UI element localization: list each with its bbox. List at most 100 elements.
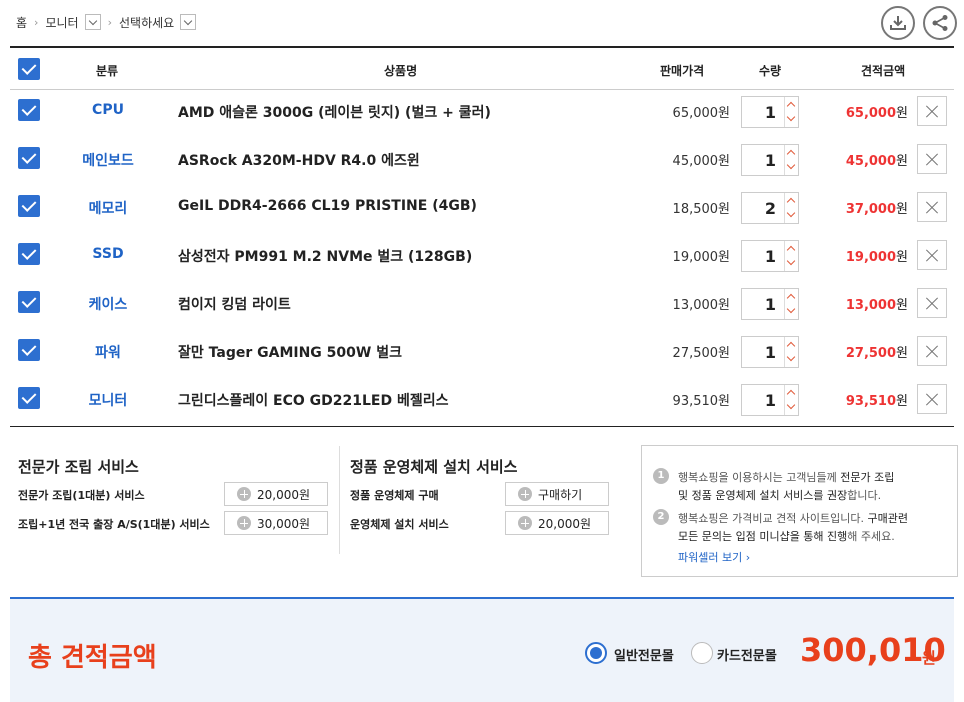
table-divider — [10, 426, 954, 427]
row-checkbox[interactable] — [18, 195, 40, 217]
os-service-title: 정품 운영체제 설치 서비스 — [350, 458, 518, 476]
row-category[interactable]: 메모리 — [68, 198, 148, 218]
general-mall-label[interactable]: 일반전문몰 — [614, 645, 674, 664]
chevron-up-icon[interactable] — [786, 245, 796, 255]
row-product-name[interactable]: 그린디스플레이 ECO GD221LED 베젤리스 — [178, 390, 448, 410]
row-category[interactable]: 모니터 — [68, 390, 148, 410]
row-category[interactable]: 파워 — [68, 342, 148, 362]
row-product-name[interactable]: GeIL DDR4-2666 CL19 PRISTINE (4GB) — [178, 198, 477, 214]
row-product-name[interactable]: 잘만 Tager GAMING 500W 벌크 — [178, 342, 402, 362]
add-os-install-button[interactable]: 20,000원 — [505, 511, 609, 535]
number-two-icon: 2 — [653, 509, 669, 525]
delete-row-button[interactable] — [917, 384, 947, 414]
row-price: 27,500원 — [672, 346, 730, 361]
header-category: 분류 — [96, 64, 119, 78]
plus-icon — [237, 487, 251, 501]
share-button[interactable] — [923, 6, 957, 40]
row-price: 65,000원 — [672, 106, 730, 121]
breadcrumb-category[interactable]: 모니터 — [45, 14, 78, 31]
chevron-down-icon[interactable] — [786, 400, 796, 410]
buy-os-button[interactable]: 구매하기 — [505, 482, 609, 506]
quantity-value[interactable]: 1 — [742, 295, 782, 314]
os-install-label: 운영체제 설치 서비스 — [350, 518, 449, 531]
row-total: 93,510원 — [845, 394, 908, 409]
row-price: 13,000원 — [672, 298, 730, 313]
card-mall-radio[interactable] — [691, 642, 713, 664]
add-assembly-as-button[interactable]: 30,000원 — [224, 511, 328, 535]
chevron-down-icon[interactable] — [786, 208, 796, 218]
quantity-stepper[interactable]: 1 — [741, 144, 799, 176]
quantity-stepper[interactable]: 1 — [741, 288, 799, 320]
row-checkbox[interactable] — [18, 387, 40, 409]
chevron-down-icon[interactable] — [786, 112, 796, 122]
share-icon — [932, 15, 948, 31]
quantity-value[interactable]: 1 — [742, 247, 782, 266]
table-row: CPU AMD 애슬론 3000G (레이븐 릿지) (벌크 + 쿨러) 65,… — [10, 88, 954, 136]
chevron-down-icon[interactable] — [84, 14, 101, 30]
add-assembly-button[interactable]: 20,000원 — [224, 482, 328, 506]
delete-row-button[interactable] — [917, 144, 947, 174]
row-checkbox[interactable] — [18, 291, 40, 313]
row-total: 45,000원 — [845, 154, 908, 169]
delete-row-button[interactable] — [917, 192, 947, 222]
download-button[interactable] — [881, 6, 915, 40]
chevron-right-icon: › — [34, 15, 39, 29]
quantity-value[interactable]: 1 — [742, 151, 782, 170]
chevron-up-icon[interactable] — [786, 293, 796, 303]
powerseller-link[interactable]: 파워셀러 보기 › — [678, 549, 750, 565]
quantity-value[interactable]: 1 — [742, 343, 782, 362]
chevron-up-icon[interactable] — [786, 197, 796, 207]
quantity-value[interactable]: 2 — [742, 199, 782, 218]
breadcrumb-subcategory[interactable]: 선택하세요 — [119, 14, 174, 31]
delete-row-button[interactable] — [917, 96, 947, 126]
row-checkbox[interactable] — [18, 243, 40, 265]
chevron-up-icon[interactable] — [786, 389, 796, 399]
quantity-value[interactable]: 1 — [742, 103, 782, 122]
quantity-stepper[interactable]: 1 — [741, 96, 799, 128]
table-row: 메모리 GeIL DDR4-2666 CL19 PRISTINE (4GB) 1… — [10, 184, 954, 232]
row-checkbox[interactable] — [18, 99, 40, 121]
delete-row-button[interactable] — [917, 336, 947, 366]
chevron-up-icon[interactable] — [786, 101, 796, 111]
general-mall-radio[interactable] — [585, 642, 607, 664]
row-category[interactable]: CPU — [68, 102, 148, 118]
header-product: 상품명 — [384, 64, 418, 78]
chevron-down-icon[interactable] — [786, 304, 796, 314]
delete-row-button[interactable] — [917, 288, 947, 318]
row-category[interactable]: SSD — [68, 246, 148, 262]
chevron-down-icon[interactable] — [786, 352, 796, 362]
table-row: 파워 잘만 Tager GAMING 500W 벌크 27,500원 1 27,… — [10, 328, 954, 376]
chevron-right-icon: › — [107, 15, 112, 29]
card-mall-label[interactable]: 카드전문몰 — [717, 645, 777, 664]
breadcrumb-home[interactable]: 홈 — [16, 14, 27, 31]
row-checkbox[interactable] — [18, 147, 40, 169]
row-price: 93,510원 — [672, 394, 730, 409]
notice-line: 및 정품 운영체제 설치 서비스를 권장합니다. — [678, 489, 882, 502]
chevron-down-icon[interactable] — [786, 160, 796, 170]
delete-row-button[interactable] — [917, 240, 947, 270]
quantity-stepper[interactable]: 1 — [741, 240, 799, 272]
quantity-stepper[interactable]: 1 — [741, 384, 799, 416]
quantity-stepper[interactable]: 1 — [741, 336, 799, 368]
chevron-down-icon[interactable] — [180, 14, 197, 30]
row-product-name[interactable]: 컴이지 킹덤 라이트 — [178, 294, 291, 314]
row-total: 65,000원 — [845, 106, 908, 121]
row-product-name[interactable]: 삼성전자 PM991 M.2 NVMe 벌크 (128GB) — [178, 246, 472, 266]
chevron-up-icon[interactable] — [786, 149, 796, 159]
table-header: 분류 상품명 판매가격 수량 견적금액 — [10, 46, 954, 90]
row-checkbox[interactable] — [18, 339, 40, 361]
row-category[interactable]: 케이스 — [68, 294, 148, 314]
row-product-name[interactable]: AMD 애슬론 3000G (레이븐 릿지) (벌크 + 쿨러) — [178, 102, 491, 122]
select-all-checkbox[interactable] — [18, 58, 40, 80]
row-category[interactable]: 메인보드 — [68, 150, 148, 170]
plus-icon — [237, 516, 251, 530]
quantity-stepper[interactable]: 2 — [741, 192, 799, 224]
row-product-name[interactable]: ASRock A320M-HDV R4.0 에즈윈 — [178, 150, 420, 170]
header-total: 견적금액 — [861, 64, 906, 78]
grand-total-unit: 원 — [922, 649, 936, 667]
chevron-down-icon[interactable] — [786, 256, 796, 266]
row-total: 13,000원 — [845, 298, 908, 313]
header-price: 판매가격 — [660, 64, 705, 78]
chevron-up-icon[interactable] — [786, 341, 796, 351]
quantity-value[interactable]: 1 — [742, 391, 782, 410]
